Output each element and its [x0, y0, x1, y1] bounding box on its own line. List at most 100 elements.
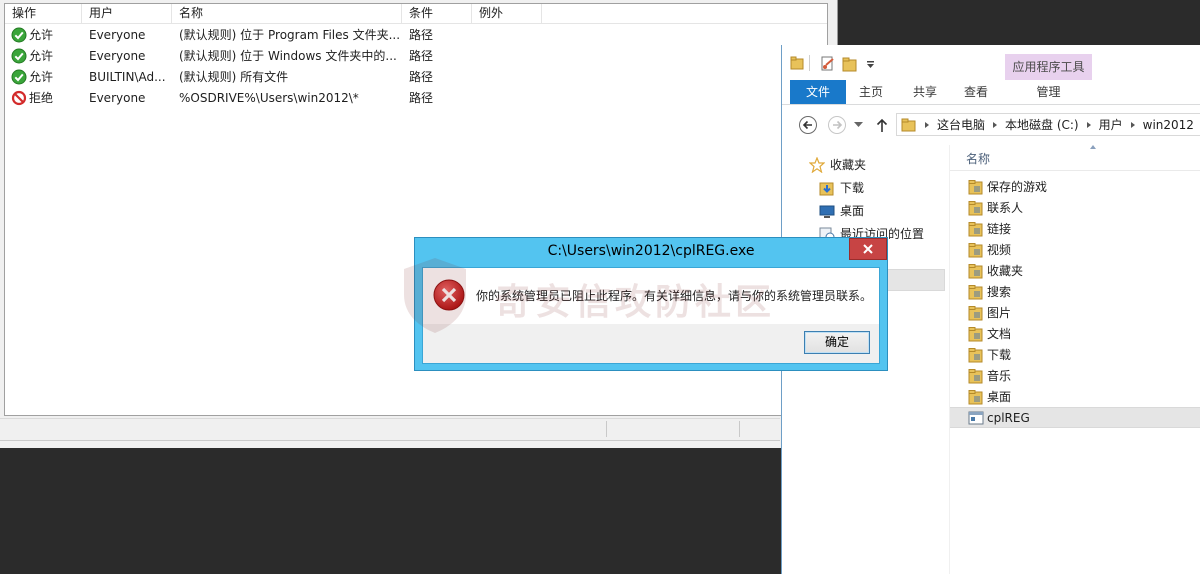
ok-button[interactable]: 确定 — [804, 331, 870, 354]
videos-folder-icon — [968, 242, 983, 257]
list-item[interactable]: 搜索 — [950, 281, 1200, 302]
links-folder-icon — [968, 221, 983, 236]
properties-icon[interactable] — [820, 56, 836, 72]
list-item-label: 视频 — [987, 243, 1012, 257]
dialog-title: C:\Users\win2012\cplREG.exe — [547, 243, 755, 259]
breadcrumb-chevron-icon — [1086, 121, 1091, 128]
allow-check-icon — [11, 48, 27, 63]
file-list: 名称 保存的游戏联系人链接视频收藏夹搜索图片文档下载音乐桌面 cplREG — [949, 145, 1200, 574]
rule-row[interactable]: 拒绝 Everyone %OSDRIVE%\Users\win2012\* 路径 — [5, 87, 827, 108]
rules-header: 操作 用户 名称 条件 例外 — [5, 4, 827, 24]
up-arrow-icon[interactable] — [875, 117, 889, 133]
dialog-body: 你的系统管理员已阻止此程序。有关详细信息，请与你的系统管理员联系。 确定 — [422, 267, 880, 364]
saved-games-folder-icon — [968, 179, 983, 194]
list-item-label: 链接 — [987, 222, 1012, 236]
contacts-folder-icon — [968, 200, 983, 215]
application-icon — [968, 411, 984, 424]
allow-check-icon — [11, 69, 27, 84]
rule-condition: 路径 — [409, 49, 434, 63]
column-header-name[interactable]: 名称 — [966, 150, 990, 167]
close-button[interactable] — [849, 238, 887, 260]
dialog-message-area: 你的系统管理员已阻止此程序。有关详细信息，请与你的系统管理员联系。 — [423, 268, 879, 324]
list-item[interactable]: 收藏夹 — [950, 260, 1200, 281]
ribbon-tabs: 文件 主页 共享 查看 管理 — [782, 80, 1200, 105]
rule-user: BUILTIN\Ad... — [89, 69, 166, 84]
list-item-label: 保存的游戏 — [987, 180, 1048, 194]
divider — [950, 170, 1200, 171]
list-item[interactable]: 图片 — [950, 302, 1200, 323]
star-icon — [809, 156, 825, 173]
rule-condition: 路径 — [409, 70, 434, 84]
breadcrumb-chevron-icon — [1130, 121, 1135, 128]
breadcrumb-win2012[interactable]: win2012 — [1143, 118, 1194, 132]
tab-file[interactable]: 文件 — [790, 80, 846, 104]
list-item-label: 音乐 — [987, 369, 1012, 383]
list-item-label: 文档 — [987, 327, 1012, 341]
nav-downloads[interactable]: 下载 — [819, 179, 864, 196]
tab-home[interactable]: 主页 — [848, 80, 894, 104]
music-folder-icon — [968, 368, 983, 383]
address-row: 这台电脑 本地磁盘 (C:) 用户 win2012 — [782, 109, 1200, 139]
list-item-label: 收藏夹 — [987, 264, 1024, 278]
toolbar-separator — [809, 55, 810, 71]
desktop-folder-icon — [968, 389, 983, 404]
rule-action: 允许 — [29, 28, 54, 42]
list-item[interactable]: 音乐 — [950, 365, 1200, 386]
list-item[interactable]: 桌面 — [950, 386, 1200, 407]
rule-row[interactable]: 允许 BUILTIN\Ad... (默认规则) 所有文件 路径 — [5, 66, 827, 87]
list-item[interactable]: 链接 — [950, 218, 1200, 239]
column-header-condition[interactable]: 条件 — [402, 4, 472, 24]
breadcrumb-chevron-icon — [993, 121, 998, 128]
downloads-folder-icon — [968, 347, 983, 362]
breadcrumb-chevron-icon — [925, 121, 929, 128]
pictures-folder-icon — [968, 305, 983, 320]
rule-condition: 路径 — [409, 28, 434, 42]
recent-locations-dropdown-icon[interactable] — [854, 122, 863, 128]
list-item[interactable]: 文档 — [950, 323, 1200, 344]
column-header-action[interactable]: 操作 — [5, 4, 82, 24]
rule-name: (默认规则) 位于 Program Files 文件夹... — [179, 28, 401, 42]
address-bar[interactable]: 这台电脑 本地磁盘 (C:) 用户 win2012 — [896, 113, 1200, 136]
breadcrumb-users[interactable]: 用户 — [1099, 116, 1123, 133]
rule-row[interactable]: 允许 Everyone (默认规则) 位于 Program Files 文件夹.… — [5, 24, 827, 45]
tab-manage[interactable]: 管理 — [1005, 80, 1092, 104]
tab-view[interactable]: 查看 — [953, 80, 999, 104]
column-header-user[interactable]: 用户 — [82, 4, 172, 24]
rule-name: (默认规则) 所有文件 — [179, 70, 289, 84]
list-item[interactable]: 下载 — [950, 344, 1200, 365]
folder-icon — [901, 118, 916, 131]
rule-condition: 路径 — [409, 91, 434, 105]
forward-arrow-icon[interactable] — [827, 115, 847, 135]
searches-folder-icon — [968, 284, 983, 299]
tab-share[interactable]: 共享 — [902, 80, 948, 104]
allow-check-icon — [11, 27, 27, 42]
deny-block-icon — [11, 90, 27, 105]
favorites-folder-icon — [968, 263, 983, 278]
list-item-label: 下载 — [987, 348, 1012, 362]
back-arrow-icon[interactable] — [798, 115, 818, 135]
list-item[interactable]: 视频 — [950, 239, 1200, 260]
new-folder-icon[interactable] — [842, 56, 858, 72]
divider — [0, 440, 780, 441]
applocker-rules-window: 操作 用户 名称 条件 例外 允许 Everyone (默认规则) 位于 Pro… — [0, 0, 838, 448]
customize-toolbar-dropdown-icon[interactable] — [866, 61, 875, 69]
status-separator — [606, 421, 607, 437]
breadcrumb-this-pc[interactable]: 这台电脑 — [937, 116, 985, 133]
rule-row[interactable]: 允许 Everyone (默认规则) 位于 Windows 文件夹中的... 路… — [5, 45, 827, 66]
blocked-program-dialog: C:\Users\win2012\cplREG.exe 你的系统管理员已阻止此程… — [414, 237, 888, 371]
list-item[interactable]: cplREG — [950, 407, 1200, 428]
breadcrumb-local-disk[interactable]: 本地磁盘 (C:) — [1005, 116, 1079, 133]
contextual-tab-application-tools: 应用程序工具 — [1005, 54, 1092, 80]
status-bar — [0, 418, 780, 438]
status-separator — [739, 421, 740, 437]
list-item[interactable]: 联系人 — [950, 197, 1200, 218]
nav-favorites[interactable]: 收藏夹 — [809, 156, 866, 173]
column-header-name[interactable]: 名称 — [172, 4, 402, 24]
close-icon — [863, 244, 873, 254]
rule-action: 拒绝 — [29, 91, 54, 105]
list-item[interactable]: 保存的游戏 — [950, 176, 1200, 197]
column-header-exception[interactable]: 例外 — [472, 4, 542, 24]
rule-name: %OSDRIVE%\Users\win2012\* — [179, 90, 359, 105]
list-item-label: 搜索 — [987, 285, 1012, 299]
nav-desktop[interactable]: 桌面 — [819, 202, 864, 219]
